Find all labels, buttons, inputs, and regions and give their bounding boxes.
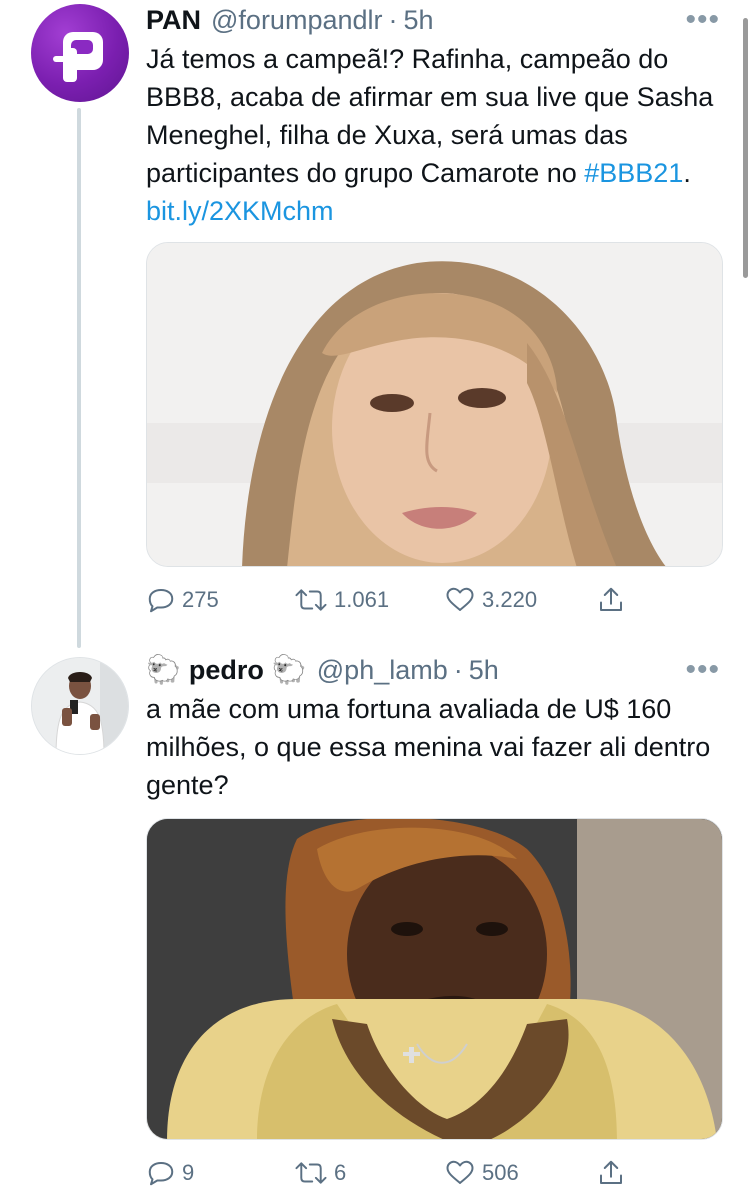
like-button[interactable]: 506 xyxy=(444,1153,519,1193)
avatar-pedro[interactable] xyxy=(31,657,129,755)
timestamp[interactable]: 5h xyxy=(404,0,434,40)
reply-button[interactable]: 9 xyxy=(146,1153,194,1193)
reply-icon xyxy=(148,1162,174,1186)
tweet-photo[interactable] xyxy=(146,818,723,1140)
user-handle[interactable]: @ph_lamb xyxy=(317,650,448,690)
display-name[interactable]: PAN xyxy=(146,0,201,40)
separator-dot: · xyxy=(453,655,463,685)
share-button[interactable] xyxy=(596,580,632,620)
reply-count: 275 xyxy=(182,587,219,612)
tweet-photo[interactable] xyxy=(146,242,723,567)
more-icon[interactable]: ••• xyxy=(685,655,720,685)
scrollbar[interactable] xyxy=(743,18,748,278)
share-button[interactable] xyxy=(596,1153,632,1193)
like-count: 3.220 xyxy=(482,587,538,612)
share-icon xyxy=(600,1160,622,1184)
photo-portrait-illustration xyxy=(147,243,722,566)
text-punctuation: . xyxy=(683,158,691,188)
retweet-count: 1.061 xyxy=(334,587,390,612)
tweet-text: Já temos a campeã!? Rafinha, campeão do … xyxy=(146,40,726,230)
like-icon xyxy=(446,1160,474,1184)
like-icon xyxy=(446,587,474,611)
like-button[interactable]: 3.220 xyxy=(444,580,537,620)
reply-button[interactable]: 275 xyxy=(146,580,219,620)
tweet-actions: 9 6 506 xyxy=(146,1153,646,1193)
photo-reaction-illustration xyxy=(147,819,722,1139)
tweet-text: a mãe com uma fortuna avaliada de U$ 160… xyxy=(146,694,711,800)
user-handle[interactable]: @forumpandlr xyxy=(211,0,382,40)
pan-logo-icon xyxy=(53,32,103,82)
timestamp[interactable]: 5h xyxy=(469,650,499,690)
reply-count: 9 xyxy=(182,1160,195,1185)
sheep-emoji-icon: 🐑 xyxy=(146,654,181,685)
like-count: 506 xyxy=(482,1160,519,1185)
url-link[interactable]: bit.ly/2XKMchm xyxy=(146,196,334,226)
tweet-actions: 275 1.061 3.220 xyxy=(146,580,646,620)
separator-dot: · xyxy=(388,5,398,35)
tweet-header: PAN @forumpandlr · 5h xyxy=(146,0,434,40)
avatar-pan[interactable] xyxy=(31,4,129,102)
tweet-header: 🐑 pedro 🐑 @ph_lamb · 5h xyxy=(146,650,499,690)
avatar-photo-illustration xyxy=(32,658,128,754)
retweet-icon xyxy=(295,589,327,611)
reply-icon xyxy=(148,589,174,613)
retweet-button[interactable]: 6 xyxy=(294,1153,346,1193)
share-icon xyxy=(600,587,622,611)
more-icon[interactable]: ••• xyxy=(685,5,720,35)
display-name[interactable]: pedro xyxy=(189,650,264,690)
retweet-icon xyxy=(295,1162,327,1184)
retweet-count: 6 xyxy=(334,1160,347,1185)
hashtag-link[interactable]: #BBB21 xyxy=(584,158,683,188)
thread-connector-line xyxy=(77,108,81,648)
retweet-button[interactable]: 1.061 xyxy=(294,580,389,620)
sheep-emoji-icon: 🐑 xyxy=(271,654,307,685)
